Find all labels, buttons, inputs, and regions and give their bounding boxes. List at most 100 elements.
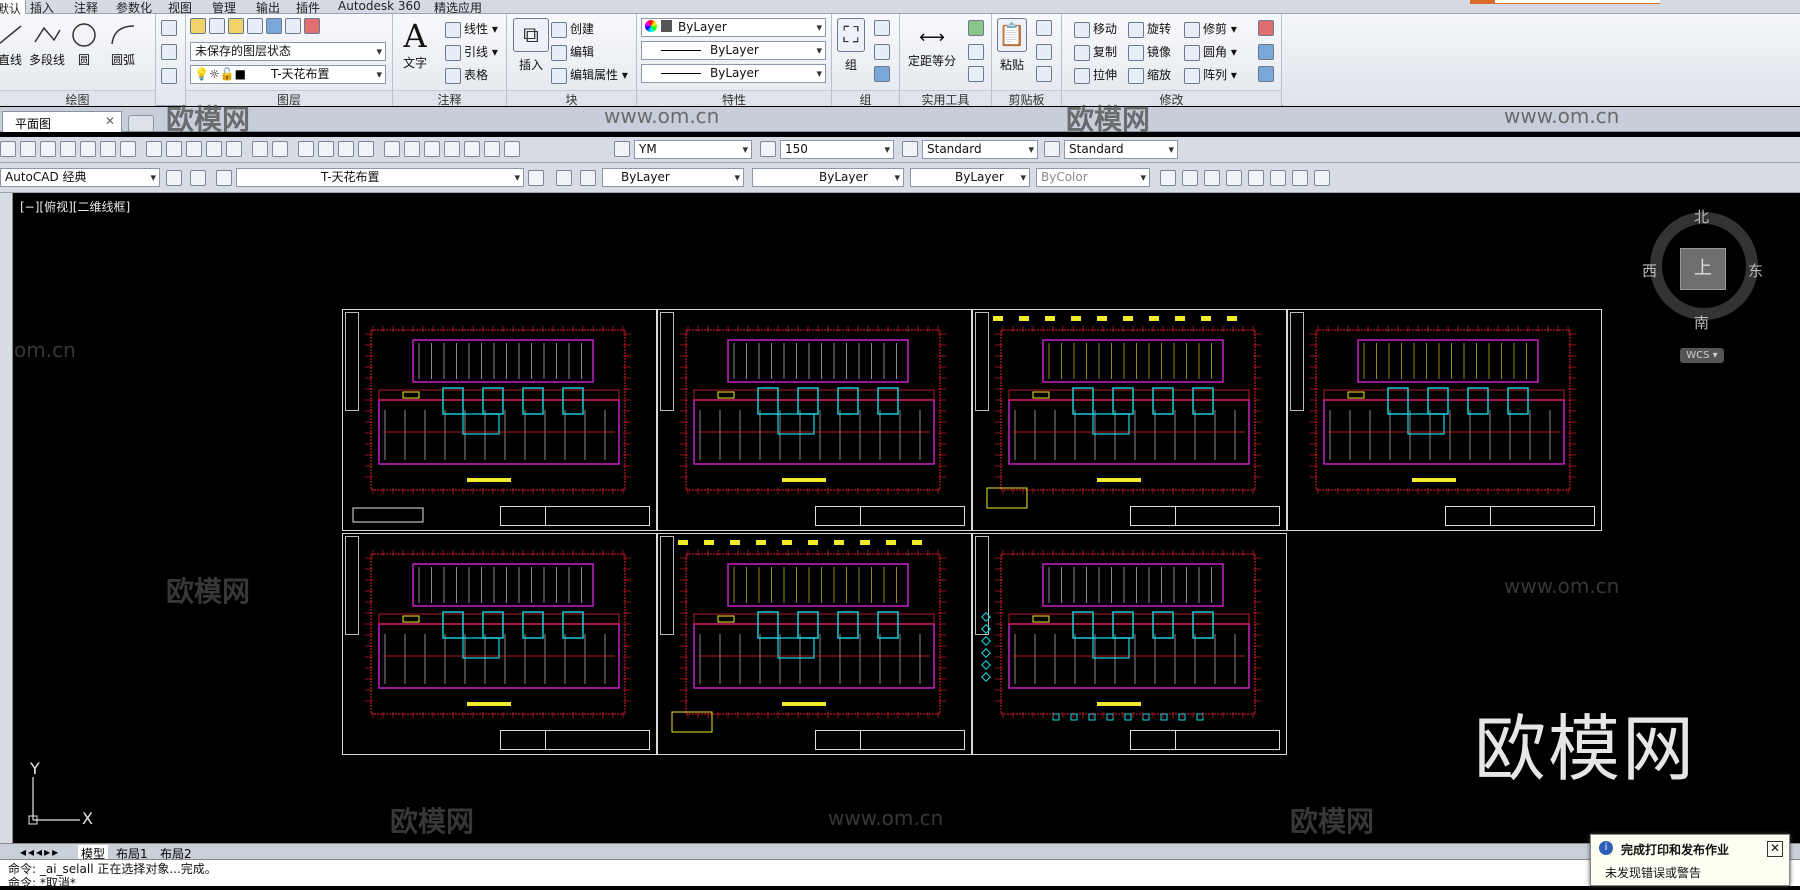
drawing-sheet[interactable]	[972, 533, 1287, 755]
compass-east[interactable]: 东	[1748, 260, 1763, 281]
drawing-sheet[interactable]	[657, 309, 972, 531]
close-tab-icon[interactable]: ✕	[105, 114, 115, 128]
3d-print-icon[interactable]	[120, 141, 136, 157]
layer-lock-icon[interactable]	[304, 18, 320, 34]
tool-text[interactable]: A 文字	[397, 18, 433, 71]
notification-balloon[interactable]: i 完成打印和发布作业 未发现错误或警告 ✕	[1590, 834, 1790, 886]
lineweight-toolbar-dropdown[interactable]: ByLayer	[910, 168, 1030, 187]
color-toolbar-dropdown[interactable]: ByLayer	[602, 168, 744, 187]
paste-icon[interactable]	[186, 141, 202, 157]
region-icon[interactable]	[161, 68, 177, 84]
tool-mirror[interactable]: 镜像	[1128, 43, 1171, 61]
copy-clip-icon[interactable]	[1036, 44, 1052, 60]
open-icon[interactable]	[20, 141, 36, 157]
offset-icon[interactable]	[1258, 66, 1274, 82]
ungroup-icon[interactable]	[874, 20, 890, 36]
compass-south[interactable]: 南	[1694, 312, 1709, 333]
drawing-sheet[interactable]	[1287, 309, 1602, 531]
plot-icon[interactable]	[60, 141, 76, 157]
group-select-icon[interactable]	[874, 66, 890, 82]
panel-clipboard-title[interactable]: 剪贴板	[992, 90, 1061, 107]
table-style-dropdown[interactable]: Standard	[1064, 140, 1178, 159]
panel-utilities-title[interactable]: 实用工具	[900, 90, 991, 107]
layer-off-icon[interactable]	[266, 18, 282, 34]
publish-icon[interactable]	[100, 141, 116, 157]
tool-table[interactable]: 表格	[445, 66, 488, 84]
plot-preview-icon[interactable]	[80, 141, 96, 157]
tool-rotate[interactable]: 旋转	[1128, 20, 1171, 38]
tool-circle[interactable]: 圆	[68, 22, 100, 68]
viewport-label[interactable]: [−][俯视][二维线框]	[20, 198, 130, 215]
plotstyle-dropdown[interactable]: ByColor	[1036, 168, 1150, 187]
help-icon[interactable]	[504, 141, 520, 157]
properties-icon[interactable]	[384, 141, 400, 157]
close-notification-button[interactable]: ✕	[1767, 841, 1783, 857]
view-toolbar-icon[interactable]	[1182, 170, 1198, 186]
pan-icon[interactable]	[298, 141, 314, 157]
new-tab-button[interactable]	[128, 115, 154, 132]
view-toolbar-icon[interactable]	[1270, 170, 1286, 186]
tool-fillet[interactable]: 圆角 ▾	[1184, 43, 1237, 61]
dim-scale-dropdown[interactable]: 150	[780, 140, 894, 159]
tool-palettes-icon[interactable]	[424, 141, 440, 157]
tool-create-block[interactable]: 创建	[551, 20, 594, 38]
tool-linear[interactable]: 线性 ▾	[445, 20, 498, 38]
compass-north[interactable]: 北	[1694, 206, 1709, 227]
save-icon[interactable]	[40, 141, 56, 157]
calculator-icon[interactable]	[968, 66, 984, 82]
tool-edit-block[interactable]: 编辑	[551, 43, 594, 61]
layer-toolbar-icon[interactable]	[216, 170, 232, 186]
block-editor-icon[interactable]	[226, 141, 242, 157]
cut-icon[interactable]	[1036, 20, 1052, 36]
tool-edit-attributes[interactable]: 编辑属性 ▾	[551, 66, 628, 84]
layer-tool-icon[interactable]	[580, 170, 596, 186]
layer-state-dropdown[interactable]: 未保存的图层状态	[190, 42, 386, 61]
ribbon-tab[interactable]: Autodesk 360	[338, 0, 421, 13]
layer-toolbar-icon[interactable]	[166, 170, 182, 186]
match-icon[interactable]	[206, 141, 222, 157]
explode-icon[interactable]	[1258, 44, 1274, 60]
match-props-icon[interactable]	[1036, 66, 1052, 82]
linetype-toolbar-dropdown[interactable]: ByLayer	[752, 168, 904, 187]
layer-tool-icon[interactable]	[556, 170, 572, 186]
cut-icon[interactable]	[146, 141, 162, 157]
command-window[interactable]: 命令: _ai_selall 正在选择对象...完成。 命令: *取消*	[0, 859, 1800, 890]
layer-tool-icon[interactable]	[528, 170, 544, 186]
wcs-menu[interactable]: WCS ▾	[1680, 348, 1724, 363]
tool-polyline[interactable]: 多段线	[26, 22, 68, 68]
sheet-set-icon[interactable]	[444, 141, 460, 157]
drawing-sheet[interactable]	[657, 533, 972, 755]
zoom-previous-icon[interactable]	[358, 141, 374, 157]
tool-paste[interactable]: 📋 粘贴	[994, 18, 1030, 73]
tool-line[interactable]: 直线	[0, 22, 24, 68]
design-center-icon[interactable]	[404, 141, 420, 157]
tool-array[interactable]: 阵列 ▾	[1184, 66, 1237, 84]
layer-isolate-icon[interactable]	[247, 18, 263, 34]
layer-toolbar-icon[interactable]	[190, 170, 206, 186]
layer-toolbar-dropdown[interactable]: T-天花布置	[236, 168, 524, 187]
tool-leader[interactable]: 引线 ▾	[445, 43, 498, 61]
tool-measure[interactable]: ⟷ 定距等分	[902, 22, 962, 69]
tool-arc[interactable]: 圆弧	[106, 22, 140, 68]
notification-title[interactable]: 完成打印和发布作业	[1621, 841, 1729, 858]
workspace-dropdown[interactable]: AutoCAD 经典	[0, 168, 160, 187]
tool-insert[interactable]: ⧉ 插入	[511, 18, 551, 73]
tool-scale[interactable]: 缩放	[1128, 66, 1171, 84]
view-toolbar-icon[interactable]	[1204, 170, 1220, 186]
panel-draw-title[interactable]: 绘图	[0, 90, 155, 107]
tool-group[interactable]: ⛶ 组	[836, 18, 866, 73]
drawing-sheet[interactable]	[342, 533, 657, 755]
zoom-window-icon[interactable]	[338, 141, 354, 157]
notification-body[interactable]: 未发现错误或警告	[1605, 864, 1701, 881]
view-toolbar-icon[interactable]	[1314, 170, 1330, 186]
text-style-dropdown[interactable]: YM	[634, 140, 752, 159]
tool-trim[interactable]: 修剪 ▾	[1184, 20, 1237, 38]
tool-stretch[interactable]: 拉伸	[1074, 66, 1117, 84]
new-icon[interactable]	[0, 141, 16, 157]
compass-west[interactable]: 西	[1642, 260, 1657, 281]
layer-properties-icon[interactable]	[190, 18, 206, 34]
zoom-realtime-icon[interactable]	[318, 141, 334, 157]
view-toolbar-icon[interactable]	[1292, 170, 1308, 186]
hatch-icon[interactable]	[161, 44, 177, 60]
document-tab[interactable]: 平面图 ✕	[2, 111, 122, 132]
